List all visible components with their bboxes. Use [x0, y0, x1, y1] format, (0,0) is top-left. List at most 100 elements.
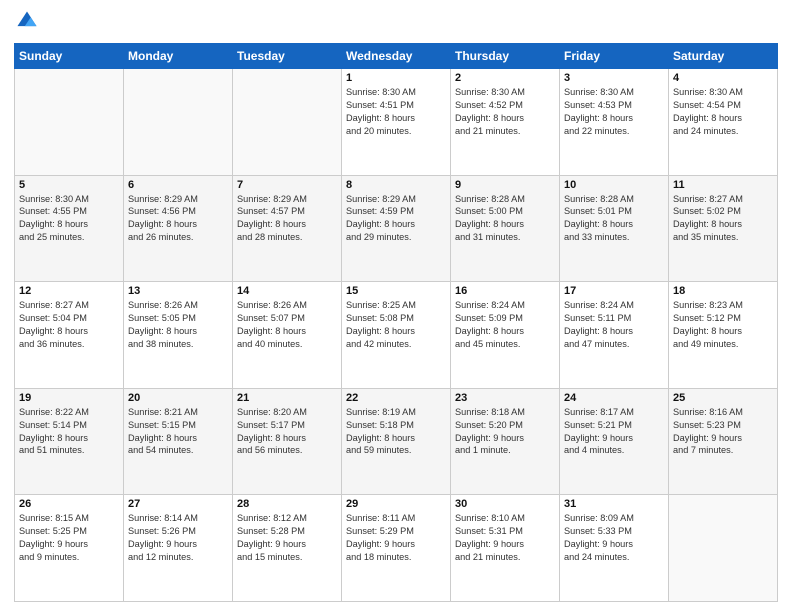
day-number: 26 — [19, 498, 119, 510]
calendar-cell: 26 Sunrise: 8:15 AM Sunset: 5:25 PM Dayli… — [15, 495, 124, 602]
day-info: Sunrise: 8:17 AM Sunset: 5:21 PM Dayligh… — [564, 406, 664, 458]
day-number: 1 — [346, 72, 446, 84]
day-info: Sunrise: 8:09 AM Sunset: 5:33 PM Dayligh… — [564, 512, 664, 564]
day-number: 4 — [673, 72, 773, 84]
calendar-week-row: 26 Sunrise: 8:15 AM Sunset: 5:25 PM Dayli… — [15, 495, 778, 602]
day-number: 13 — [128, 285, 228, 297]
calendar-cell: 20 Sunrise: 8:21 AM Sunset: 5:15 PM Dayli… — [124, 388, 233, 495]
weekday-header-tuesday: Tuesday — [233, 44, 342, 69]
calendar-cell: 3 Sunrise: 8:30 AM Sunset: 4:53 PM Daylig… — [560, 69, 669, 176]
day-number: 2 — [455, 72, 555, 84]
day-info: Sunrise: 8:12 AM Sunset: 5:28 PM Dayligh… — [237, 512, 337, 564]
calendar-cell: 25 Sunrise: 8:16 AM Sunset: 5:23 PM Dayli… — [669, 388, 778, 495]
day-info: Sunrise: 8:21 AM Sunset: 5:15 PM Dayligh… — [128, 406, 228, 458]
calendar-cell: 6 Sunrise: 8:29 AM Sunset: 4:56 PM Daylig… — [124, 175, 233, 282]
day-info: Sunrise: 8:29 AM Sunset: 4:56 PM Dayligh… — [128, 193, 228, 245]
day-number: 18 — [673, 285, 773, 297]
day-info: Sunrise: 8:30 AM Sunset: 4:52 PM Dayligh… — [455, 86, 555, 138]
calendar-table: SundayMondayTuesdayWednesdayThursdayFrid… — [14, 43, 778, 602]
weekday-header-friday: Friday — [560, 44, 669, 69]
calendar-cell: 23Sunrise: 8:18 AM Sunset: 5:20 PM Dayli… — [451, 388, 560, 495]
day-info: Sunrise: 8:30 AM Sunset: 4:54 PM Dayligh… — [673, 86, 773, 138]
day-number: 23 — [455, 392, 555, 404]
calendar-cell: 2 Sunrise: 8:30 AM Sunset: 4:52 PM Daylig… — [451, 69, 560, 176]
calendar-cell — [669, 495, 778, 602]
weekday-header-monday: Monday — [124, 44, 233, 69]
day-info: Sunrise: 8:30 AM Sunset: 4:51 PM Dayligh… — [346, 86, 446, 138]
calendar-cell: 28 Sunrise: 8:12 AM Sunset: 5:28 PM Dayli… — [233, 495, 342, 602]
weekday-header-thursday: Thursday — [451, 44, 560, 69]
day-info: Sunrise: 8:30 AM Sunset: 4:53 PM Dayligh… — [564, 86, 664, 138]
day-info: Sunrise: 8:29 AM Sunset: 4:57 PM Dayligh… — [237, 193, 337, 245]
day-number: 30 — [455, 498, 555, 510]
day-info: Sunrise: 8:26 AM Sunset: 5:05 PM Dayligh… — [128, 299, 228, 351]
day-number: 25 — [673, 392, 773, 404]
day-info: Sunrise: 8:29 AM Sunset: 4:59 PM Dayligh… — [346, 193, 446, 245]
day-info: Sunrise: 8:10 AM Sunset: 5:31 PM Dayligh… — [455, 512, 555, 564]
day-info: Sunrise: 8:26 AM Sunset: 5:07 PM Dayligh… — [237, 299, 337, 351]
day-info: Sunrise: 8:23 AM Sunset: 5:12 PM Dayligh… — [673, 299, 773, 351]
day-info: Sunrise: 8:24 AM Sunset: 5:09 PM Dayligh… — [455, 299, 555, 351]
calendar-cell: 9 Sunrise: 8:28 AM Sunset: 5:00 PM Daylig… — [451, 175, 560, 282]
day-info: Sunrise: 8:20 AM Sunset: 5:17 PM Dayligh… — [237, 406, 337, 458]
day-info: Sunrise: 8:16 AM Sunset: 5:23 PM Dayligh… — [673, 406, 773, 458]
day-number: 14 — [237, 285, 337, 297]
calendar-cell: 29 Sunrise: 8:11 AM Sunset: 5:29 PM Dayli… — [342, 495, 451, 602]
day-info: Sunrise: 8:28 AM Sunset: 5:00 PM Dayligh… — [455, 193, 555, 245]
day-info: Sunrise: 8:22 AM Sunset: 5:14 PM Dayligh… — [19, 406, 119, 458]
calendar-cell: 15 Sunrise: 8:25 AM Sunset: 5:08 PM Dayli… — [342, 282, 451, 389]
day-number: 21 — [237, 392, 337, 404]
weekday-header-wednesday: Wednesday — [342, 44, 451, 69]
day-number: 10 — [564, 179, 664, 191]
day-number: 19 — [19, 392, 119, 404]
calendar-cell: 21 Sunrise: 8:20 AM Sunset: 5:17 PM Dayli… — [233, 388, 342, 495]
header — [14, 10, 778, 37]
day-info: Sunrise: 8:19 AM Sunset: 5:18 PM Dayligh… — [346, 406, 446, 458]
calendar-cell: 18 Sunrise: 8:23 AM Sunset: 5:12 PM Dayli… — [669, 282, 778, 389]
calendar-week-row: 19 Sunrise: 8:22 AM Sunset: 5:14 PM Dayli… — [15, 388, 778, 495]
calendar-cell: 11 Sunrise: 8:27 AM Sunset: 5:02 PM Dayli… — [669, 175, 778, 282]
day-number: 29 — [346, 498, 446, 510]
logo — [14, 10, 38, 37]
day-number: 5 — [19, 179, 119, 191]
calendar-cell: 19 Sunrise: 8:22 AM Sunset: 5:14 PM Dayli… — [15, 388, 124, 495]
calendar-cell: 4 Sunrise: 8:30 AM Sunset: 4:54 PM Daylig… — [669, 69, 778, 176]
calendar-cell: 13 Sunrise: 8:26 AM Sunset: 5:05 PM Dayli… — [124, 282, 233, 389]
day-number: 31 — [564, 498, 664, 510]
day-number: 9 — [455, 179, 555, 191]
calendar-cell: 16 Sunrise: 8:24 AM Sunset: 5:09 PM Dayli… — [451, 282, 560, 389]
day-number: 24 — [564, 392, 664, 404]
calendar-cell: 12Sunrise: 8:27 AM Sunset: 5:04 PM Dayli… — [15, 282, 124, 389]
day-info: Sunrise: 8:15 AM Sunset: 5:25 PM Dayligh… — [19, 512, 119, 564]
day-number: 16 — [455, 285, 555, 297]
calendar-cell: 24 Sunrise: 8:17 AM Sunset: 5:21 PM Dayli… — [560, 388, 669, 495]
day-number: 6 — [128, 179, 228, 191]
calendar-cell: 8 Sunrise: 8:29 AM Sunset: 4:59 PM Daylig… — [342, 175, 451, 282]
calendar-cell: 5Sunrise: 8:30 AM Sunset: 4:55 PM Daylig… — [15, 175, 124, 282]
calendar-week-row: 1 Sunrise: 8:30 AM Sunset: 4:51 PM Daylig… — [15, 69, 778, 176]
day-number: 20 — [128, 392, 228, 404]
calendar-cell: 14 Sunrise: 8:26 AM Sunset: 5:07 PM Dayli… — [233, 282, 342, 389]
day-number: 11 — [673, 179, 773, 191]
calendar-cell: 17Sunrise: 8:24 AM Sunset: 5:11 PM Dayli… — [560, 282, 669, 389]
day-info: Sunrise: 8:25 AM Sunset: 5:08 PM Dayligh… — [346, 299, 446, 351]
day-info: Sunrise: 8:28 AM Sunset: 5:01 PM Dayligh… — [564, 193, 664, 245]
day-number: 8 — [346, 179, 446, 191]
weekday-header-saturday: Saturday — [669, 44, 778, 69]
day-number: 3 — [564, 72, 664, 84]
day-number: 22 — [346, 392, 446, 404]
day-number: 15 — [346, 285, 446, 297]
page: SundayMondayTuesdayWednesdayThursdayFrid… — [0, 0, 792, 612]
day-info: Sunrise: 8:24 AM Sunset: 5:11 PM Dayligh… — [564, 299, 664, 351]
weekday-header-row: SundayMondayTuesdayWednesdayThursdayFrid… — [15, 44, 778, 69]
day-info: Sunrise: 8:11 AM Sunset: 5:29 PM Dayligh… — [346, 512, 446, 564]
calendar-cell — [15, 69, 124, 176]
calendar-cell — [233, 69, 342, 176]
calendar-cell: 27 Sunrise: 8:14 AM Sunset: 5:26 PM Dayli… — [124, 495, 233, 602]
calendar-cell: 22 Sunrise: 8:19 AM Sunset: 5:18 PM Dayli… — [342, 388, 451, 495]
calendar-cell: 31 Sunrise: 8:09 AM Sunset: 5:33 PM Dayli… — [560, 495, 669, 602]
day-number: 28 — [237, 498, 337, 510]
day-number: 27 — [128, 498, 228, 510]
day-info: Sunrise: 8:27 AM Sunset: 5:02 PM Dayligh… — [673, 193, 773, 245]
day-info: Sunrise: 8:14 AM Sunset: 5:26 PM Dayligh… — [128, 512, 228, 564]
